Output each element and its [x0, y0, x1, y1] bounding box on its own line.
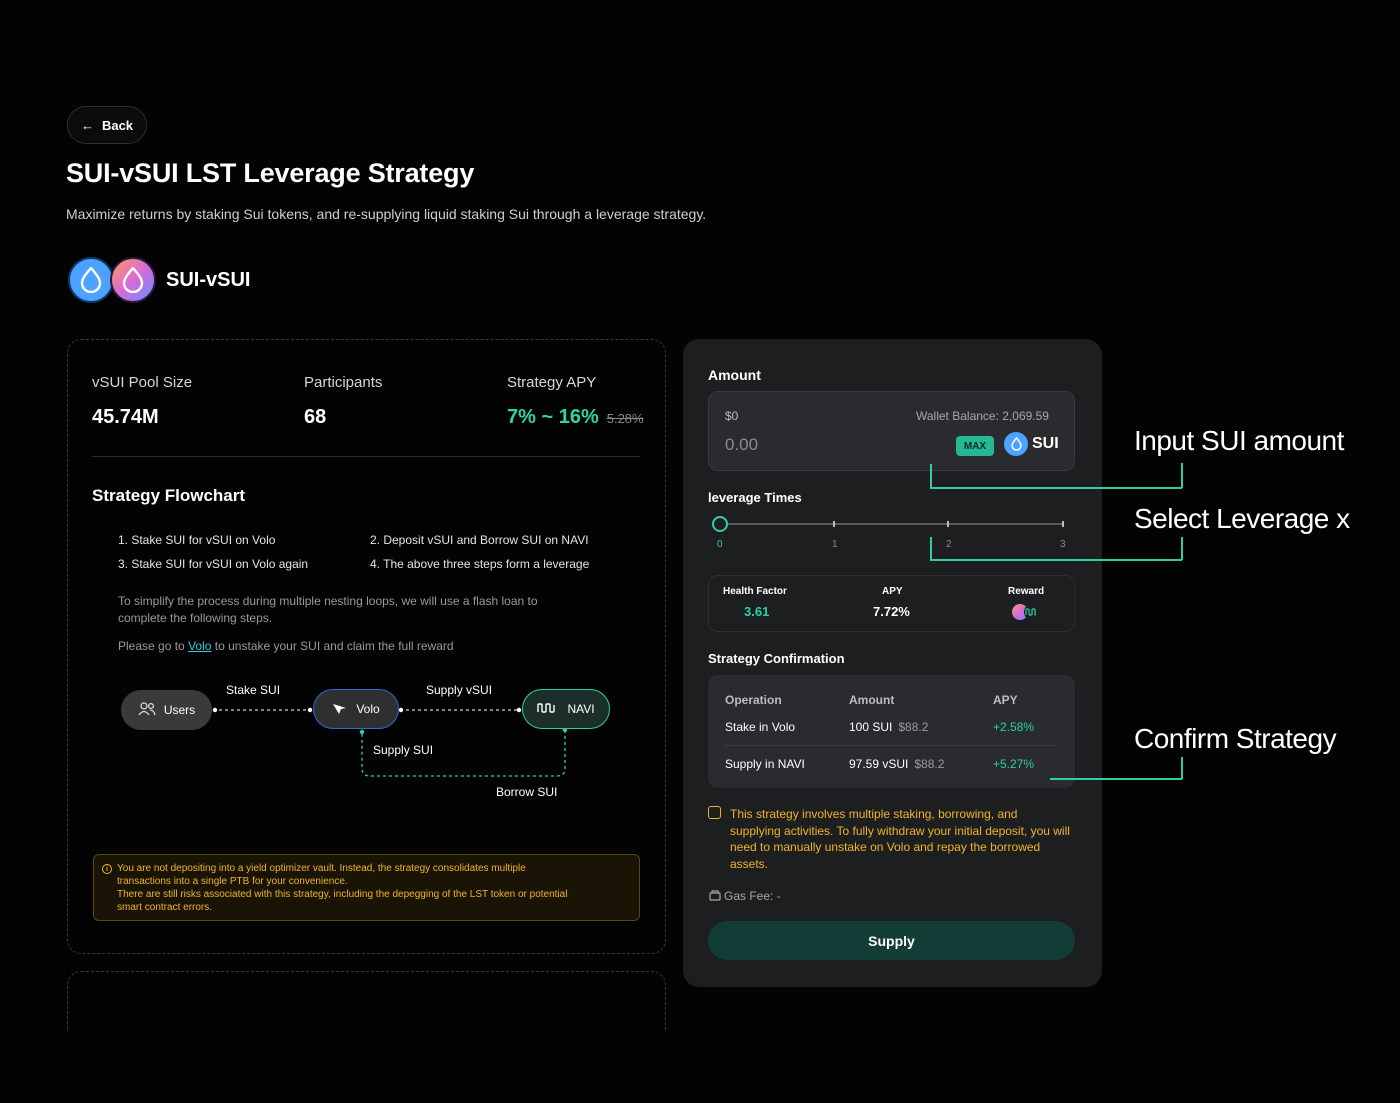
row-2-apy: +5.27%	[993, 757, 1035, 771]
table-header-amount: Amount	[849, 693, 895, 707]
navi-logo-icon	[537, 702, 559, 716]
max-button[interactable]: MAX	[956, 436, 994, 456]
risk-acknowledge-checkbox[interactable]	[708, 806, 721, 819]
annotation-input-amount: Input SUI amount	[1134, 425, 1344, 456]
navi-label: NAVI	[567, 702, 595, 716]
leverage-label: leverage Times	[708, 490, 802, 505]
volo-logo-icon	[332, 701, 348, 718]
annotation-line	[930, 559, 1182, 561]
supply-button[interactable]: Supply	[708, 921, 1075, 960]
leverage-tick-label-0: 0	[717, 539, 723, 550]
reward-icons	[1011, 602, 1043, 627]
row-2-usd: $88.2	[914, 757, 945, 771]
reward-token-icon	[1012, 604, 1040, 620]
gas-fee-text: Gas Fee: -	[724, 889, 781, 903]
amount-usd: $0	[725, 409, 739, 423]
row-1-apy: +2.58%	[993, 720, 1035, 734]
health-factor-value: 3.61	[744, 604, 770, 619]
row-1-amount-cell: 100 SUI $88.2	[849, 720, 928, 734]
amount-label: Amount	[708, 367, 761, 383]
gas-fee: Gas Fee: -	[709, 889, 781, 904]
risk-warning-line-2: transactions into a single PTB for your …	[117, 876, 348, 887]
annotation-line	[930, 537, 932, 560]
risk-warning-line-4: smart contract errors.	[117, 902, 213, 913]
apy-value: 7.72%	[873, 604, 910, 619]
leverage-tick-2	[947, 521, 949, 527]
risk-warning-line-3: There are still risks associated with th…	[117, 889, 568, 900]
annotation-confirm: Confirm Strategy	[1134, 723, 1337, 754]
edge-supply-sui: Supply SUI	[373, 743, 434, 757]
sui-token-icon	[1004, 432, 1028, 456]
token-selector[interactable]: SUI	[1004, 432, 1059, 456]
health-factor-label: Health Factor	[723, 586, 787, 597]
apy-label: APY	[882, 586, 903, 597]
annotation-line	[1181, 537, 1183, 560]
row-2-amount: 97.59 vSUI	[849, 757, 909, 771]
leverage-tick-label-1: 1	[832, 539, 838, 550]
wallet-balance: Wallet Balance: 2,069.59	[916, 409, 1049, 423]
reward-label: Reward	[1008, 586, 1045, 597]
leverage-tick-label-2: 2	[946, 539, 952, 550]
annotation-line	[1181, 463, 1183, 488]
secondary-card	[67, 971, 666, 1031]
users-icon	[138, 701, 156, 719]
row-2-amount-cell: 97.59 vSUI $88.2	[849, 757, 944, 771]
flow-node-navi: NAVI	[522, 689, 610, 729]
leverage-tick-1	[833, 521, 835, 527]
leverage-slider-thumb[interactable]	[712, 516, 728, 532]
edge-borrow-sui: Borrow SUI	[496, 785, 558, 799]
amount-box	[708, 391, 1075, 471]
risk-acknowledge-text: This strategy involves multiple staking,…	[730, 807, 1070, 871]
row-1-amount: 100 SUI	[849, 720, 893, 734]
confirmation-title: Strategy Confirmation	[708, 651, 845, 666]
row-2-operation: Supply in NAVI	[725, 757, 805, 771]
annotation-line	[1181, 757, 1183, 779]
risk-warning: i You are not depositing into a yield op…	[93, 854, 640, 921]
leverage-tick-3	[1062, 521, 1064, 527]
row-1-usd: $88.2	[898, 720, 929, 734]
token-symbol: SUI	[1032, 435, 1059, 452]
annotation-line	[930, 464, 932, 488]
row-1-operation: Stake in Volo	[725, 720, 796, 734]
table-header-apy: APY	[993, 693, 1018, 707]
annotation-line	[1050, 778, 1182, 780]
users-label: Users	[163, 703, 196, 717]
edge-supply-vsui: Supply vSUI	[426, 683, 493, 697]
table-header-operation: Operation	[725, 693, 782, 707]
edge-stake-sui: Stake SUI	[226, 683, 281, 697]
annotation-leverage: Select Leverage x	[1134, 503, 1350, 534]
leverage-tick-label-3: 3	[1060, 539, 1066, 550]
flow-node-volo: Volo	[313, 689, 399, 729]
table-row-divider	[724, 745, 1058, 746]
gas-icon	[709, 890, 721, 904]
volo-label: Volo	[356, 702, 380, 716]
risk-warning-line-1: You are not depositing into a yield opti…	[117, 863, 526, 874]
info-icon: i	[102, 864, 112, 874]
annotation-line	[930, 487, 1182, 489]
amount-input[interactable]	[725, 434, 925, 456]
flow-node-users: Users	[121, 690, 212, 730]
leverage-slider-track[interactable]	[720, 523, 1063, 525]
